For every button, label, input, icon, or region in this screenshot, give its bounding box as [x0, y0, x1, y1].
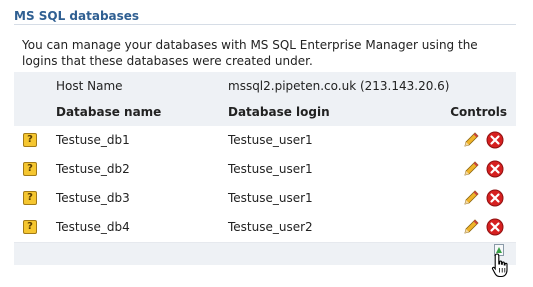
database-login: Testuse_user1	[228, 133, 313, 147]
title-divider	[14, 24, 516, 25]
host-row: Host Name mssql2.pipeten.co.uk (213.143.…	[14, 73, 516, 99]
table-row: ? Testuse_db4 Testuse_user2	[14, 213, 516, 243]
section-title: MS SQL databases	[14, 9, 140, 23]
pencil-icon[interactable]	[462, 131, 480, 149]
help-icon[interactable]: ?	[23, 133, 37, 147]
database-login: Testuse_user1	[228, 162, 313, 176]
help-icon[interactable]: ?	[23, 220, 37, 234]
pencil-icon[interactable]	[462, 218, 480, 236]
table-header: Database name Database login Controls	[14, 99, 516, 126]
database-name: Testuse_db1	[56, 133, 130, 147]
help-icon[interactable]: ?	[23, 191, 37, 205]
pencil-icon[interactable]	[462, 189, 480, 207]
hand-cursor-icon	[491, 253, 508, 278]
description-text: You can manage your databases with MS SQ…	[14, 34, 516, 72]
database-login: Testuse_user1	[228, 191, 313, 205]
help-icon[interactable]: ?	[23, 162, 37, 176]
table-row: ? Testuse_db3 Testuse_user1	[14, 184, 516, 214]
host-label: Host Name	[56, 79, 123, 93]
delete-icon[interactable]	[486, 160, 504, 178]
host-value: mssql2.pipeten.co.uk (213.143.20.6)	[228, 79, 450, 93]
header-database-name: Database name	[56, 105, 162, 119]
table-row: ? Testuse_db1 Testuse_user1	[14, 126, 516, 156]
database-name: Testuse_db2	[56, 162, 130, 176]
header-controls: Controls	[450, 105, 507, 119]
table-row: ? Testuse_db2 Testuse_user1	[14, 155, 516, 185]
database-name: Testuse_db4	[56, 220, 130, 234]
header-database-login: Database login	[228, 105, 330, 119]
delete-icon[interactable]	[486, 131, 504, 149]
database-name: Testuse_db3	[56, 191, 130, 205]
pencil-icon[interactable]	[462, 160, 480, 178]
delete-icon[interactable]	[486, 218, 504, 236]
database-login: Testuse_user2	[228, 220, 313, 234]
delete-icon[interactable]	[486, 189, 504, 207]
